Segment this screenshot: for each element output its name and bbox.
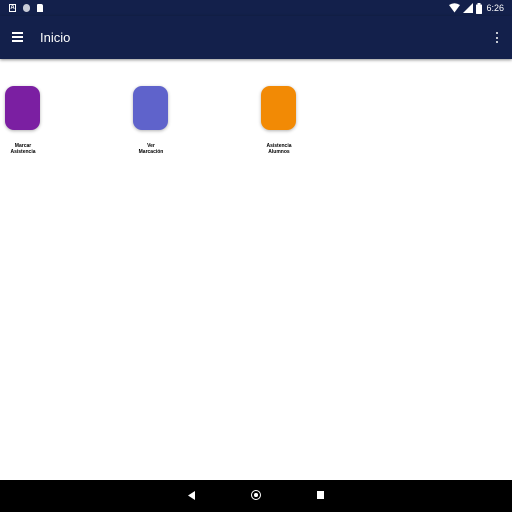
status-notifications: A	[9, 3, 50, 13]
tile-label-ver-marcacion: Ver Marcación	[138, 143, 164, 155]
status-clock: 6:26	[486, 3, 504, 13]
app-bar: Inicio	[0, 16, 512, 59]
notification-a-icon: A	[9, 4, 16, 12]
recents-icon[interactable]	[317, 491, 324, 499]
page-title: Inicio	[40, 30, 71, 45]
asistencia-alumnos-icon	[261, 86, 296, 130]
tile-ver-marcacion[interactable]: Ver Marcación	[133, 86, 203, 155]
tile-marcar-asistencia[interactable]: Marcar Asistencia	[5, 86, 75, 155]
home-icon[interactable]	[251, 490, 261, 500]
menu-icon[interactable]	[12, 32, 23, 42]
marcar-asistencia-icon	[5, 86, 40, 130]
ver-marcacion-icon	[133, 86, 168, 130]
wifi-icon	[449, 3, 461, 13]
status-bar: A 6:26	[0, 0, 512, 16]
battery-icon	[476, 2, 483, 14]
tile-label-marcar-asistencia: Marcar Asistencia	[10, 143, 36, 155]
status-system: 6:26	[449, 2, 504, 14]
tile-label-asistencia-alumnos: Asistencia Alumnos	[266, 143, 292, 155]
notification-circle-icon	[23, 4, 30, 12]
sd-card-icon	[37, 4, 43, 12]
more-vert-icon[interactable]	[494, 31, 500, 45]
tile-asistencia-alumnos[interactable]: Asistencia Alumnos	[261, 86, 331, 155]
signal-icon	[463, 3, 474, 13]
navigation-bar	[0, 480, 512, 512]
back-icon[interactable]	[188, 491, 196, 500]
